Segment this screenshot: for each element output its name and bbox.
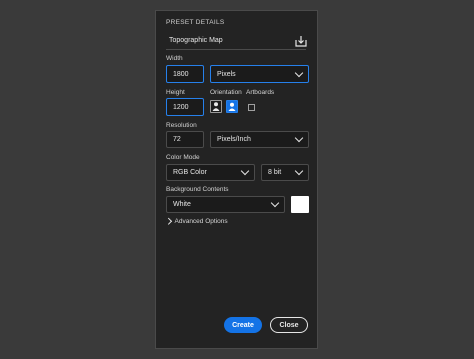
resolution-unit-value: Pixels/Inch: [217, 136, 251, 143]
chevron-down-icon: [294, 133, 304, 143]
resolution-value: 72: [173, 136, 181, 143]
artboards-checkbox[interactable]: [248, 104, 255, 111]
color-mode-value: RGB Color: [173, 169, 207, 176]
width-value: 1800: [173, 70, 189, 78]
preset-name-field[interactable]: Topographic Map: [166, 32, 306, 50]
save-preset-icon[interactable]: [294, 34, 308, 48]
chevron-down-icon: [240, 166, 250, 176]
new-document-preset-panel: PRESET DETAILS Topographic Map Width 180…: [155, 10, 318, 349]
create-button[interactable]: Create: [224, 317, 262, 333]
resolution-unit-select[interactable]: Pixels/Inch: [210, 131, 309, 148]
preset-name-value: Topographic Map: [169, 37, 223, 44]
close-button[interactable]: Close: [270, 317, 308, 333]
orientation-label: Orientation: [210, 89, 242, 96]
artboards-label: Artboards: [246, 89, 275, 96]
chevron-down-icon: [294, 68, 304, 77]
chevron-down-icon: [294, 166, 304, 176]
resolution-label: Resolution: [166, 122, 197, 129]
width-unit-value: Pixels: [217, 70, 236, 78]
chevron-right-icon: [165, 218, 172, 225]
height-input[interactable]: 1200: [166, 98, 204, 116]
background-contents-label: Background Contents: [166, 186, 229, 193]
chevron-down-icon: [270, 198, 280, 208]
background-color-swatch[interactable]: [291, 196, 309, 213]
person-portrait-icon: [212, 102, 220, 111]
portrait-orientation-button[interactable]: [210, 100, 222, 113]
advanced-options-label: Advanced Options: [174, 218, 228, 225]
background-contents-value: White: [173, 201, 191, 208]
width-input[interactable]: 1800: [166, 65, 204, 83]
width-label: Width: [166, 55, 183, 62]
width-unit-select[interactable]: Pixels: [210, 65, 309, 83]
bit-depth-value: 8 bit: [268, 169, 282, 176]
color-mode-select[interactable]: RGB Color: [166, 164, 255, 181]
background-contents-select[interactable]: White: [166, 196, 285, 213]
section-title: PRESET DETAILS: [166, 19, 225, 26]
height-label: Height: [166, 89, 185, 96]
person-landscape-icon: [228, 102, 236, 111]
advanced-options-toggle[interactable]: Advanced Options: [165, 218, 228, 225]
color-mode-label: Color Mode: [166, 154, 200, 161]
resolution-input[interactable]: 72: [166, 131, 204, 148]
bit-depth-select[interactable]: 8 bit: [261, 164, 309, 181]
landscape-orientation-button[interactable]: [226, 100, 238, 113]
height-value: 1200: [173, 103, 189, 111]
